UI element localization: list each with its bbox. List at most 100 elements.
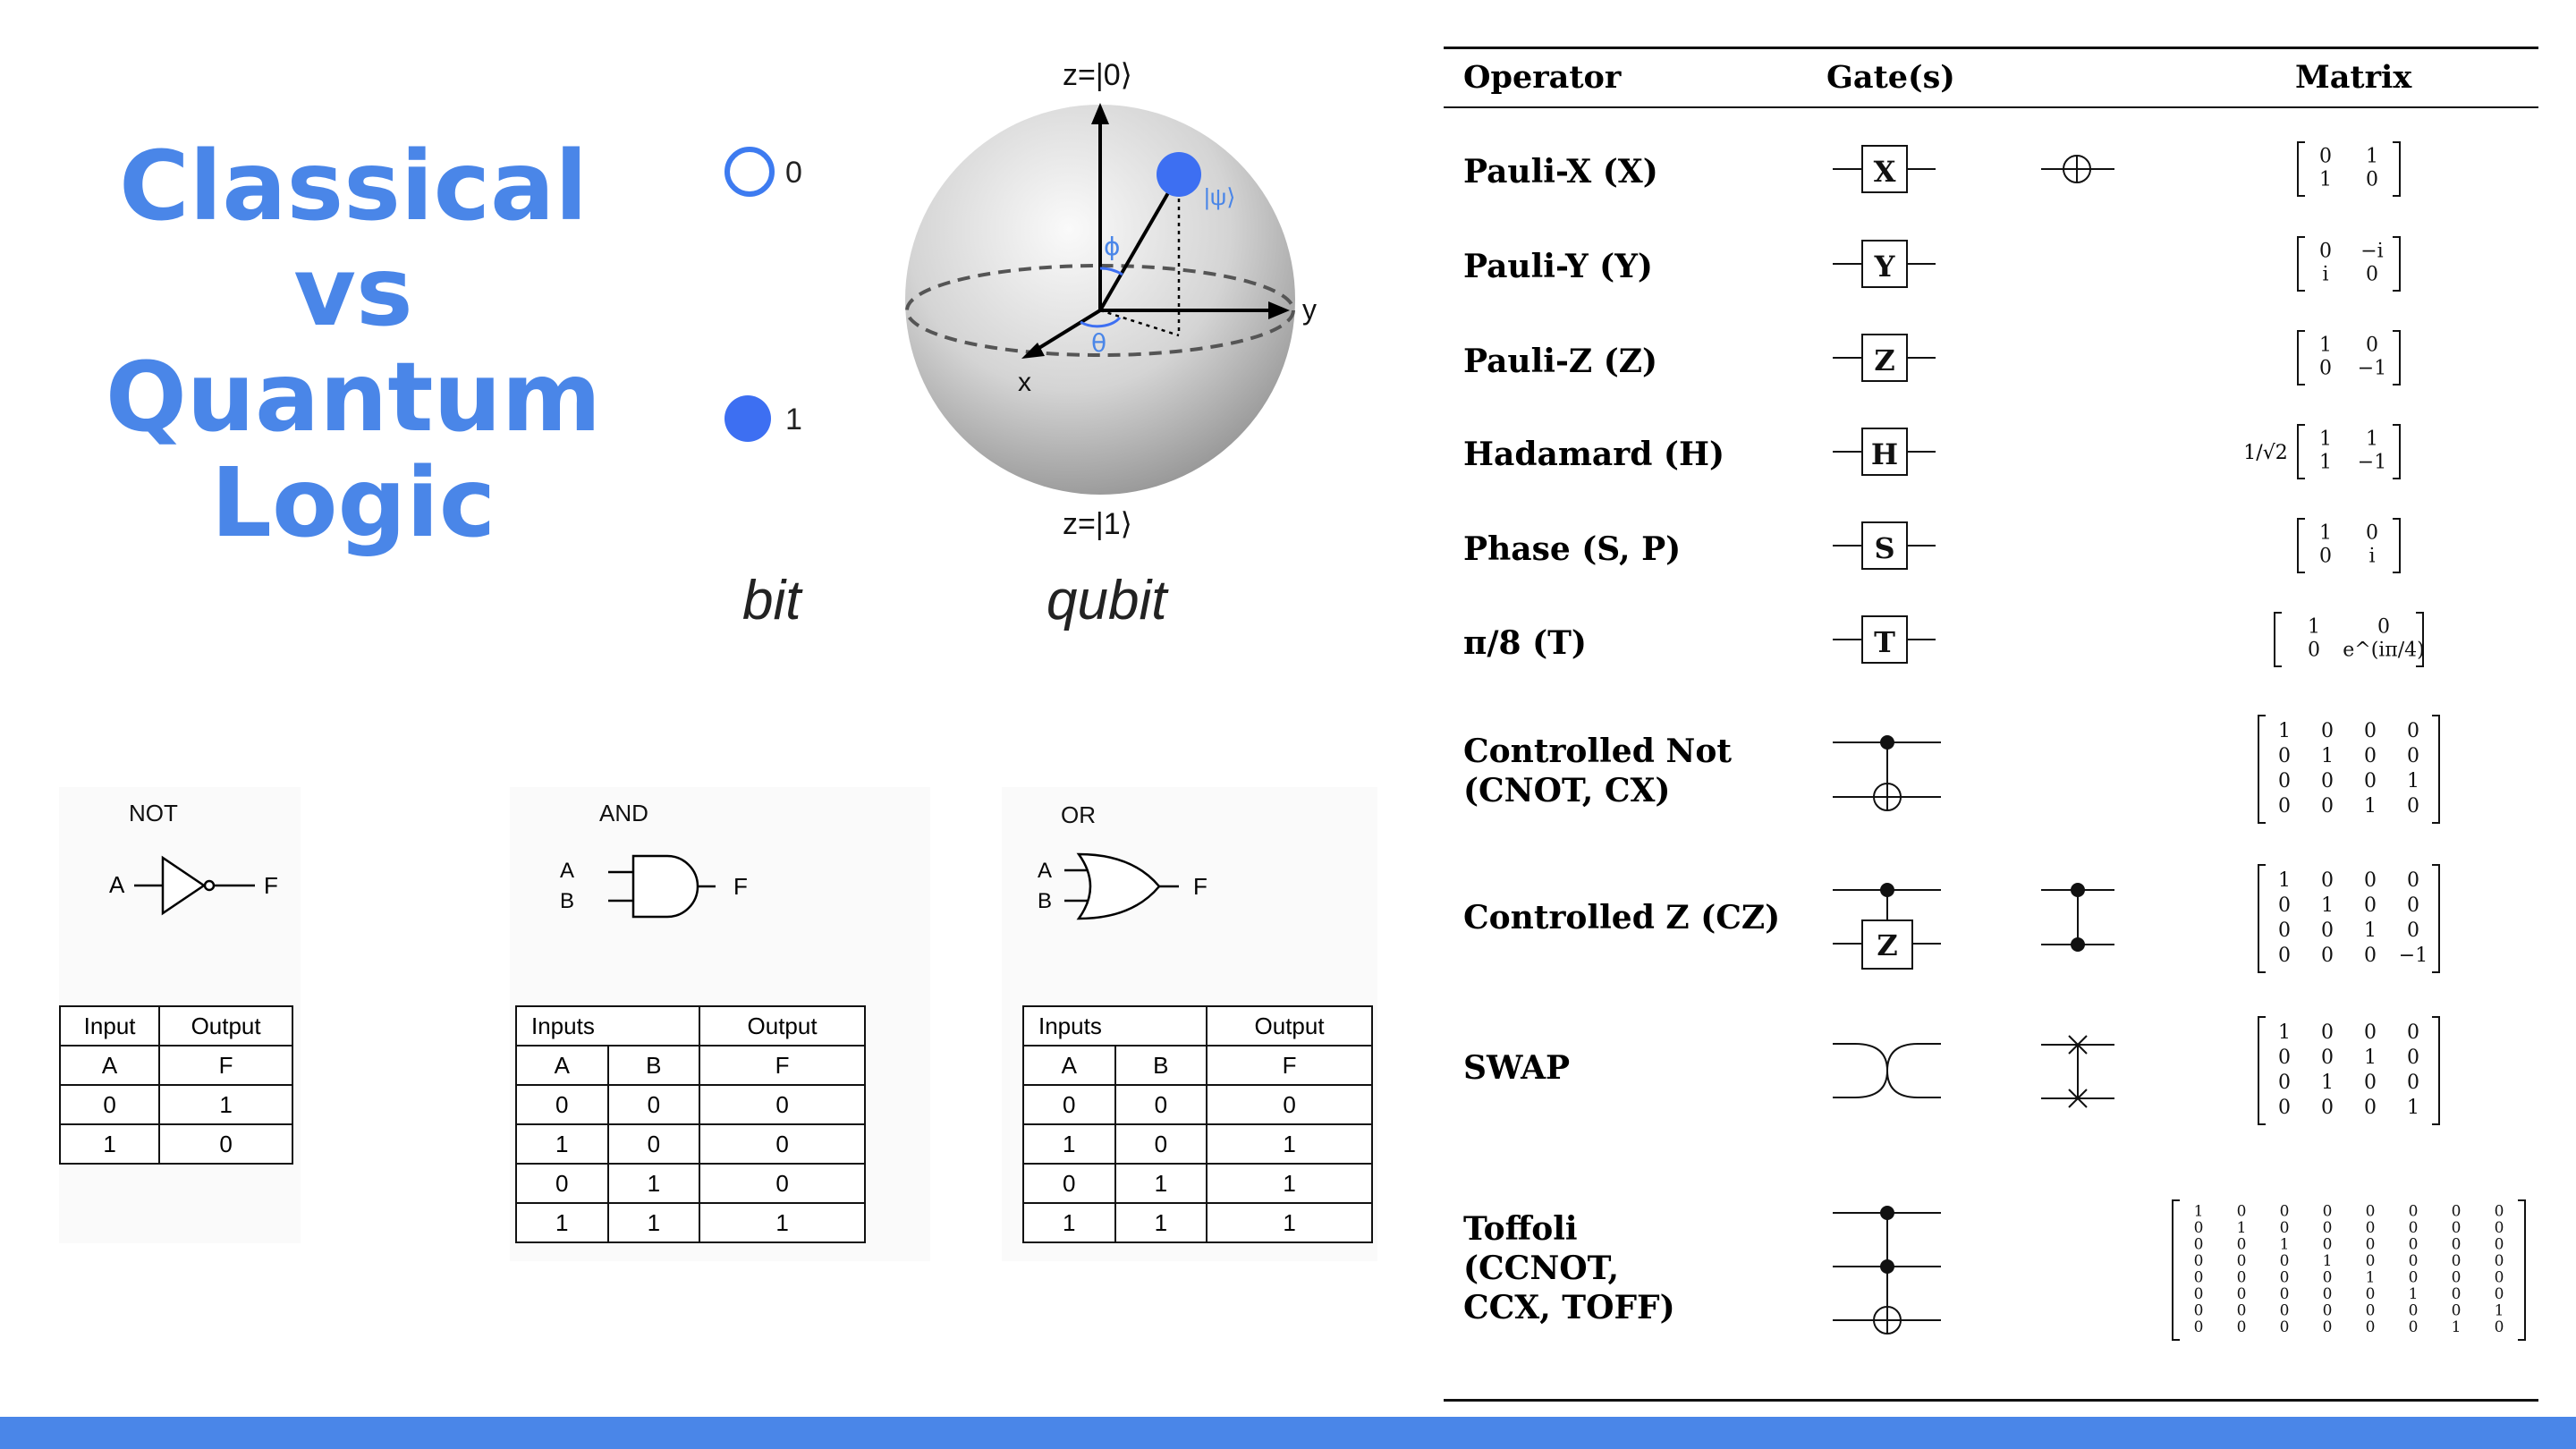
svg-text:X: X xyxy=(1874,155,1896,189)
x-label: x xyxy=(1018,368,1031,397)
matrix-1: 0 −ii 0 xyxy=(2297,236,2401,292)
matrix-entry: 0 xyxy=(2364,1097,2377,1119)
title-line: Quantum xyxy=(105,343,602,453)
tt-group-header: Output xyxy=(158,1005,293,1046)
y-label: y xyxy=(1302,293,1317,326)
matrix-entry: 0 xyxy=(2364,720,2377,742)
matrix-entry: 1 xyxy=(2323,1252,2333,1270)
matrix-column: 0 11 00 −ii 01 00 −11/√21 11 −11 00 i1 00 e^(iπ/4)1 0… xyxy=(2172,141,2526,1341)
matrix-entry: 0 xyxy=(2323,1268,2333,1286)
matrix-entry: 0 xyxy=(2364,945,2377,967)
title-line: Logic xyxy=(210,448,496,559)
matrix-3: 1/√21 11 −1 xyxy=(2243,424,2401,479)
matrix-entry: 1 xyxy=(2278,869,2291,892)
tt-col-header: A xyxy=(58,1045,161,1086)
gate-cnot xyxy=(1833,735,1941,811)
matrix-entry: 0 xyxy=(2194,1235,2204,1253)
matrix-entry: 0 xyxy=(2323,1235,2333,1253)
matrix-entry: 1 xyxy=(2319,169,2332,191)
matrix-entry: 0 xyxy=(2278,919,2291,942)
matrix-entry: 0 xyxy=(2323,1285,2333,1303)
matrix-entry: 1 xyxy=(2321,745,2334,767)
matrix-bracket-right xyxy=(2393,424,2401,479)
bottom-accent-bar xyxy=(0,1417,2576,1449)
matrix-bracket-right xyxy=(2393,236,2401,292)
table-row: 111 xyxy=(1022,1202,1373,1243)
or-output-f: F xyxy=(1193,873,1208,900)
matrix-bracket-left xyxy=(2258,864,2266,973)
matrix-entry: 0 xyxy=(2495,1318,2504,1336)
matrix-entry: 1 xyxy=(2319,428,2332,451)
bit-caption: bit xyxy=(742,570,801,631)
and-truth-table: Inputs Output ABF 000 100 010 111 xyxy=(514,1005,866,1243)
matrix-entry: 0 xyxy=(2280,1252,2290,1270)
gate-symbols: X Y Z H S T Z 0 11 00 −ii 01 00 −11/√21 … xyxy=(1833,141,2526,1341)
matrix-entry: 1 xyxy=(2452,1318,2462,1336)
matrix-entry: 0 xyxy=(2452,1235,2462,1253)
or-input-b: B xyxy=(1038,889,1052,913)
matrix-bracket-left xyxy=(2258,715,2266,824)
matrix-entry: 1 xyxy=(2319,522,2332,545)
table-row: 100 xyxy=(515,1123,866,1165)
gate-toffoli xyxy=(1833,1206,1941,1335)
matrix-entry: 0 xyxy=(2319,546,2332,568)
matrix-entry: 0 xyxy=(2366,1235,2376,1253)
tt-group-header: Inputs xyxy=(1021,1005,1208,1046)
and-input-b: B xyxy=(560,889,574,913)
or-gate-title: OR xyxy=(1061,801,1096,828)
matrix-entry: 1 xyxy=(2278,720,2291,742)
matrix-bracket-right xyxy=(2432,715,2440,824)
table-row: 01 xyxy=(58,1084,293,1125)
z0-label: z=|0⟩ xyxy=(1063,58,1132,92)
matrix-entry: −1 xyxy=(2358,358,2386,380)
matrix-entry: 0 xyxy=(2452,1268,2462,1286)
and-input-a: A xyxy=(560,859,574,883)
matrix-entry: 0 xyxy=(2278,1072,2291,1094)
slide-title: Classical vs Quantum Logic xyxy=(63,134,644,556)
svg-text:Y: Y xyxy=(1874,250,1896,284)
matrix-entry: 1 xyxy=(2364,919,2377,942)
or-truth-table: Inputs Output ABF 000 101 011 111 xyxy=(1021,1005,1373,1243)
not-output-f: F xyxy=(264,872,278,899)
matrix-entry: 0 xyxy=(2237,1285,2247,1303)
matrix-bracket-right xyxy=(2518,1199,2526,1341)
matrix-entry: 0 xyxy=(2323,1219,2333,1237)
matrix-entry: −i xyxy=(2360,241,2383,263)
matrix-entry: 0 xyxy=(2409,1252,2419,1270)
matrix-entry: 0 xyxy=(2495,1252,2504,1270)
matrix-entry: 0 xyxy=(2495,1268,2504,1286)
matrix-entry: 0 xyxy=(2319,241,2332,263)
matrix-entry: 0 xyxy=(2308,640,2320,662)
matrix-entry: 0 xyxy=(2452,1301,2462,1319)
phi-label: ϕ xyxy=(1104,232,1120,261)
matrix-entry: 0 xyxy=(2495,1219,2504,1237)
matrix-entry: 1 xyxy=(2321,894,2334,917)
matrix-entry: 1 xyxy=(2409,1285,2419,1303)
matrix-entry: 0 xyxy=(2278,1046,2291,1069)
title-line: vs xyxy=(293,237,413,348)
matrix-entry: 0 xyxy=(2364,770,2377,792)
matrix-9: 1 0 0 0 0 0 0 00 1 0 0 0 0 0 00 0 1 0 0 0 0 00 0 0 1 0 0 0 00 0 0 0 1 0 0 0… xyxy=(2172,1199,2526,1341)
tt-group-header: Input xyxy=(58,1005,161,1046)
matrix-entry: 1 xyxy=(2495,1301,2504,1319)
matrix-entry: 0 xyxy=(2366,1318,2376,1336)
matrix-entry: 0 xyxy=(2409,1268,2419,1286)
matrix-entry: 0 xyxy=(2364,1021,2377,1044)
matrix-5: 1 00 e^(iπ/4) xyxy=(2274,612,2425,667)
matrix-entry: 0 xyxy=(2409,1301,2419,1319)
matrix-entry: 0 xyxy=(2237,1252,2247,1270)
matrix-entry: 0 xyxy=(2366,1202,2376,1220)
matrix-entry: 0 xyxy=(2319,146,2332,168)
gate-box-z: Z xyxy=(1833,334,1936,382)
matrix-entry: 0 xyxy=(2407,1046,2419,1069)
matrix-entry: 1 xyxy=(2366,146,2378,168)
matrix-entry: 0 xyxy=(2323,1318,2333,1336)
matrix-entry: 0 xyxy=(2366,1301,2376,1319)
table-row: 101 xyxy=(1022,1123,1373,1165)
matrix-entry: 0 xyxy=(2237,1318,2247,1336)
z1-label: z=|1⟩ xyxy=(1063,507,1132,541)
matrix-entry: 0 xyxy=(2278,795,2291,818)
table-row: 011 xyxy=(1022,1163,1373,1204)
gate-cz-alt xyxy=(2041,883,2114,952)
matrix-entry: 1 xyxy=(2319,335,2332,357)
